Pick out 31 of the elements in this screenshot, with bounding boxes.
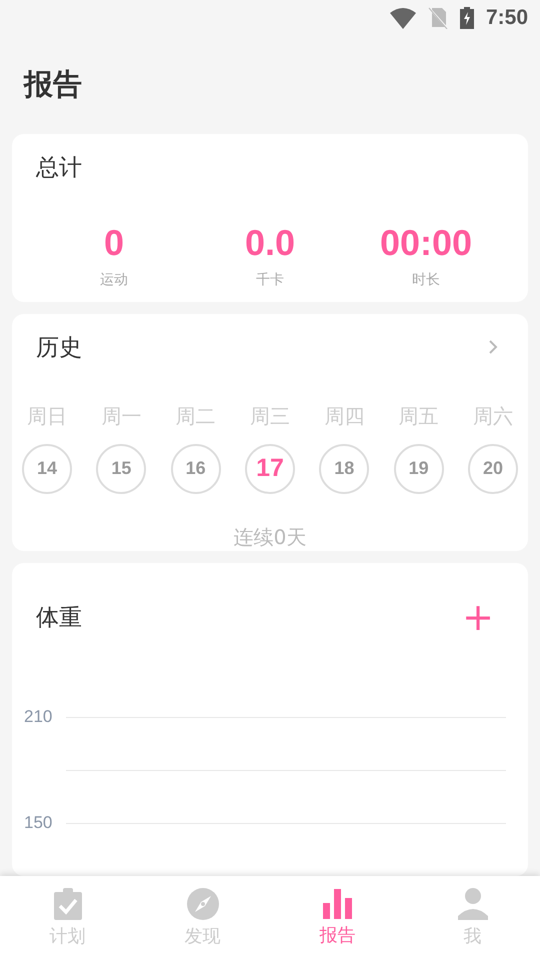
axis-label: 210	[24, 707, 54, 727]
date-circle[interactable]: 17	[244, 444, 295, 494]
stat-value: 0.0	[244, 223, 296, 263]
stat-label: 千卡	[256, 271, 284, 289]
stat-label: 运动	[100, 271, 128, 289]
chevron-right-icon[interactable]	[488, 339, 498, 356]
bar-chart-icon	[322, 889, 352, 919]
clock-time: 7:50	[486, 6, 528, 30]
tab-item[interactable]: 报告	[270, 876, 405, 960]
date-circle[interactable]: 18	[319, 444, 370, 494]
person-icon	[458, 888, 488, 920]
streak-text: 连续0天	[234, 524, 306, 551]
compass-icon	[186, 888, 218, 920]
no-sim-icon	[428, 7, 448, 29]
card-title: 体重	[36, 604, 82, 632]
date-circle[interactable]: 14	[22, 444, 72, 494]
stat-value: 00:00	[380, 223, 472, 263]
axis-label: 150	[24, 813, 54, 833]
date-circle[interactable]: 16	[170, 444, 221, 494]
add-button[interactable]: +	[458, 599, 498, 635]
clipboard-check-icon	[52, 888, 82, 920]
wifi-icon	[390, 7, 416, 29]
date-circle[interactable]: 20	[468, 444, 518, 494]
stat-label: 时长	[412, 271, 440, 289]
card-title: 总计	[36, 154, 83, 183]
card-title: 历史	[36, 334, 82, 363]
battery-icon	[460, 7, 474, 29]
page-title: 报告	[24, 66, 82, 103]
date-circle[interactable]: 15	[96, 444, 146, 494]
stat-value: 0	[104, 223, 124, 263]
date-circle[interactable]: 19	[394, 444, 444, 494]
